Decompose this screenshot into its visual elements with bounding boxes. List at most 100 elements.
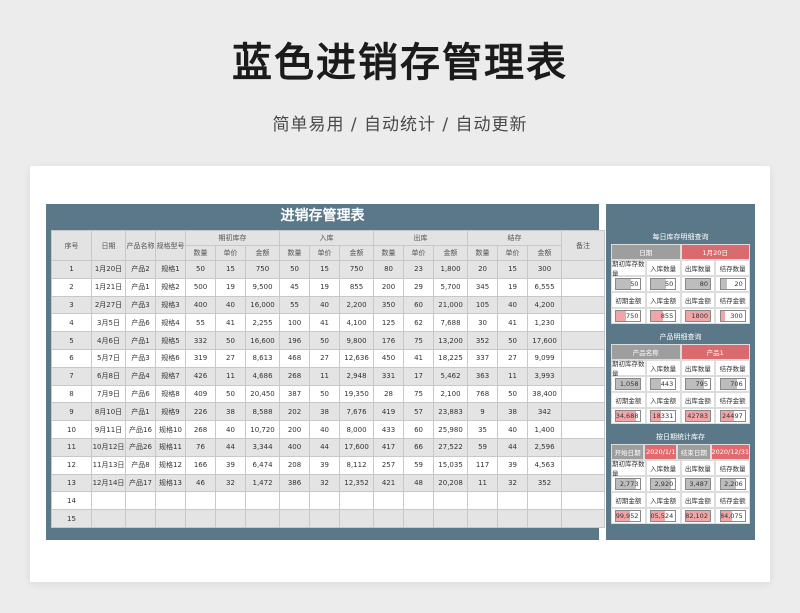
table-cell[interactable]: 2,948 (339, 366, 375, 386)
table-cell[interactable]: 257 (373, 455, 405, 475)
table-cell[interactable]: 40 (497, 420, 529, 439)
table-cell[interactable]: 规格4 (155, 313, 186, 333)
table-cell[interactable]: 规格13 (155, 473, 186, 493)
table-cell[interactable]: 产品3 (125, 348, 156, 368)
table-cell[interactable]: 9 (467, 402, 499, 422)
table-cell[interactable]: 产品17 (125, 473, 156, 493)
table-cell[interactable]: 342 (527, 402, 563, 422)
table-cell[interactable] (527, 491, 563, 511)
table-cell[interactable]: 300 (527, 260, 563, 279)
table-cell[interactable]: 规格1 (155, 260, 186, 279)
table-cell[interactable]: 产品1 (125, 331, 156, 350)
range-start-input[interactable]: 2020/1/1 (644, 444, 678, 460)
table-cell[interactable]: 6月8日 (91, 366, 126, 386)
table-cell[interactable]: 39 (309, 455, 341, 475)
table-cell[interactable]: 9,800 (339, 331, 375, 350)
table-cell[interactable]: 500 (185, 277, 216, 297)
table-cell[interactable] (497, 509, 529, 528)
table-cell[interactable]: 3 (51, 295, 92, 315)
table-cell[interactable] (309, 509, 341, 528)
table-cell[interactable]: 50 (185, 260, 216, 279)
table-cell[interactable]: 433 (373, 420, 405, 439)
table-cell[interactable]: 15 (309, 260, 341, 279)
table-cell[interactable]: 268 (185, 420, 216, 439)
table-cell[interactable]: 5 (51, 331, 92, 350)
table-cell[interactable]: 50 (215, 384, 246, 404)
table-cell[interactable]: 200 (279, 420, 311, 439)
table-cell[interactable]: 855 (339, 277, 375, 297)
table-cell[interactable] (339, 491, 375, 511)
table-cell[interactable]: 7,676 (339, 402, 375, 422)
table-cell[interactable]: 15,035 (433, 455, 469, 475)
table-cell[interactable]: 3,344 (244, 437, 281, 457)
table-cell[interactable] (561, 420, 606, 439)
table-cell[interactable]: 40 (215, 420, 246, 439)
table-cell[interactable]: 44 (497, 437, 529, 457)
table-cell[interactable]: 38 (497, 402, 529, 422)
table-cell[interactable]: 23 (403, 260, 435, 279)
table-cell[interactable]: 45 (279, 277, 311, 297)
table-cell[interactable]: 76 (185, 437, 216, 457)
table-cell[interactable] (561, 437, 606, 457)
table-cell[interactable]: 46 (185, 473, 216, 493)
table-cell[interactable]: 226 (185, 402, 216, 422)
table-cell[interactable]: 337 (467, 348, 499, 368)
table-cell[interactable]: 468 (279, 348, 311, 368)
table-cell[interactable]: 7,688 (433, 313, 469, 333)
table-cell[interactable]: 16,600 (244, 331, 281, 350)
table-cell[interactable]: 387 (279, 384, 311, 404)
table-cell[interactable]: 2月27日 (91, 295, 126, 315)
table-cell[interactable]: 319 (185, 348, 216, 368)
table-cell[interactable]: 268 (279, 366, 311, 386)
table-cell[interactable]: 38 (215, 402, 246, 422)
table-cell[interactable]: 2,200 (339, 295, 375, 315)
table-cell[interactable]: 6,474 (244, 455, 281, 475)
table-cell[interactable]: 6 (51, 348, 92, 368)
table-cell[interactable]: 4,686 (244, 366, 281, 386)
table-cell[interactable]: 38 (309, 402, 341, 422)
table-cell[interactable]: 产品3 (125, 295, 156, 315)
table-cell[interactable]: 12 (51, 455, 92, 475)
table-cell[interactable]: 产品8 (125, 455, 156, 475)
table-cell[interactable]: 7 (51, 366, 92, 386)
table-cell[interactable] (403, 509, 435, 528)
table-cell[interactable] (561, 366, 606, 386)
table-cell[interactable]: 4月6日 (91, 331, 126, 350)
table-cell[interactable]: 10月12日 (91, 437, 126, 457)
table-cell[interactable] (467, 491, 499, 511)
table-cell[interactable]: 8,613 (244, 348, 281, 368)
table-cell[interactable]: 80 (373, 260, 405, 279)
daily-date-input[interactable]: 1月20日 (680, 244, 750, 260)
table-cell[interactable]: 75 (403, 331, 435, 350)
table-cell[interactable]: 25,980 (433, 420, 469, 439)
table-cell[interactable]: 400 (279, 437, 311, 457)
table-cell[interactable]: 2 (51, 277, 92, 297)
table-cell[interactable]: 11 (215, 366, 246, 386)
table-cell[interactable]: 18,225 (433, 348, 469, 368)
table-cell[interactable]: 5,700 (433, 277, 469, 297)
table-cell[interactable]: 规格5 (155, 331, 186, 350)
table-cell[interactable]: 400 (185, 295, 216, 315)
table-cell[interactable]: 27 (497, 348, 529, 368)
table-cell[interactable]: 12,352 (339, 473, 375, 493)
table-cell[interactable] (155, 491, 186, 511)
table-cell[interactable]: 196 (279, 331, 311, 350)
table-cell[interactable] (125, 491, 156, 511)
table-cell[interactable]: 规格12 (155, 455, 186, 475)
table-cell[interactable]: 3月5日 (91, 313, 126, 333)
table-cell[interactable]: 2,255 (244, 313, 281, 333)
table-cell[interactable]: 27 (215, 348, 246, 368)
table-cell[interactable]: 60 (403, 295, 435, 315)
table-cell[interactable]: 50 (309, 384, 341, 404)
table-cell[interactable] (244, 491, 281, 511)
table-cell[interactable] (561, 384, 606, 404)
table-cell[interactable]: 44 (309, 437, 341, 457)
table-cell[interactable]: 50 (279, 260, 311, 279)
table-cell[interactable]: 23,883 (433, 402, 469, 422)
table-cell[interactable]: 345 (467, 277, 499, 297)
table-cell[interactable]: 20,208 (433, 473, 469, 493)
table-cell[interactable]: 5月7日 (91, 348, 126, 368)
table-cell[interactable]: 331 (373, 366, 405, 386)
table-cell[interactable]: 4 (51, 313, 92, 333)
table-cell[interactable]: 409 (185, 384, 216, 404)
